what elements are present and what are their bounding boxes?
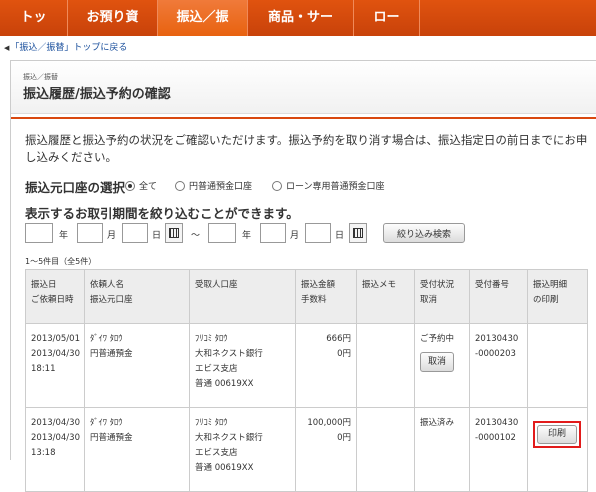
to-day-input[interactable] <box>305 223 331 243</box>
from-day-unit: 日 <box>152 231 162 241</box>
cell-receipt: 20130430 -0000102 <box>469 407 528 492</box>
breadcrumb: 振込／振替 <box>23 73 58 81</box>
cell-payee: ﾌﾘｺﾐ ﾀﾛｳ 大和ネクスト銀行 エビス支店 普通 00619XX <box>189 323 296 408</box>
to-day-unit: 日 <box>335 231 345 241</box>
cell-payee: ﾌﾘｺﾐ ﾀﾛｳ 大和ネクスト銀行 エビス支店 普通 00619XX <box>189 407 296 492</box>
col-header-receipt: 受付番号 <box>469 269 528 324</box>
table-header-row: 振込日 ご依頼日時 依頼人名 振込元口座 受取人口座 振込金額 手数料 振込メモ 受付… <box>25 269 588 324</box>
result-count: 1～5件目（全5件） <box>25 257 97 266</box>
cell-amount: 666円 0円 <box>295 323 357 408</box>
nav-assets[interactable]: お預り資産 <box>68 0 158 61</box>
radio-selected-icon <box>125 180 135 191</box>
col-header-status: 受付状況 取消 <box>414 269 470 324</box>
cell-print <box>527 323 588 408</box>
print-button-highlight: 印刷 <box>533 421 581 448</box>
cell-amount: 100,000円 0円 <box>295 407 357 492</box>
content-panel: 振込／振替 振込履歴/振込予約の確認 振込履歴と振込予約の状況をご確認いただけま… <box>10 60 596 492</box>
nav-loan[interactable]: ローン <box>354 0 420 61</box>
header-divider <box>11 117 596 119</box>
cell-memo <box>356 407 415 492</box>
to-month-unit: 月 <box>290 231 300 241</box>
back-arrow-icon: ◀ <box>4 44 10 52</box>
radio-all[interactable]: 全て <box>125 179 157 192</box>
table-row: 2013/05/01 2013/04/30 18:11 ﾀﾞｲﾜ ﾀﾛｳ 円普通預金 … <box>25 323 588 408</box>
nav-products[interactable]: 商品・サービス <box>248 0 354 61</box>
from-month-input[interactable] <box>77 223 103 243</box>
to-year-input[interactable] <box>208 223 236 243</box>
cell-requester: ﾀﾞｲﾜ ﾀﾛｳ 円普通預金 <box>84 323 190 408</box>
col-header-requester: 依頼人名 振込元口座 <box>84 269 190 324</box>
main-nav: トップ お預り資産 振込／振替 商品・サービス ローン <box>0 0 596 61</box>
radio-loan-savings[interactable]: ローン専用普通預金口座 <box>272 179 385 192</box>
radio-unselected-icon <box>175 180 185 191</box>
col-header-amount: 振込金額 手数料 <box>295 269 357 324</box>
nav-top[interactable]: トップ <box>0 0 68 61</box>
radio-loan-savings-label: ローン専用普通預金口座 <box>286 182 385 192</box>
calendar-from-icon[interactable] <box>165 223 183 243</box>
to-year-unit: 年 <box>242 231 252 241</box>
period-label: 表示するお取引期間を絞り込むことができます。 <box>25 206 299 221</box>
col-header-print: 振込明細 の印刷 <box>527 269 588 324</box>
table-row: 2013/04/30 2013/04/30 13:18 ﾀﾞｲﾜ ﾀﾛｳ 円普通預金 … <box>25 407 588 492</box>
cancel-button[interactable]: 取消 <box>420 352 454 372</box>
filter-search-button[interactable]: 絞り込み検索 <box>383 223 465 243</box>
account-select-label: 振込元口座の選択 <box>25 180 126 195</box>
col-header-payee: 受取人口座 <box>189 269 296 324</box>
range-tilde: ～ <box>191 231 201 241</box>
cell-memo <box>356 323 415 408</box>
nav-transfer[interactable]: 振込／振替 <box>158 0 248 61</box>
cell-status: 振込済み <box>414 407 470 492</box>
cell-status: ご予約中 取消 <box>414 323 470 408</box>
calendar-to-icon[interactable] <box>349 223 367 243</box>
page-description: 振込履歴と振込予約の状況をご確認いただけます。振込予約を取り消す場合は、振込指定… <box>25 133 588 164</box>
back-to-transfer-top-link[interactable]: ◀「振込／振替」トップに戻る <box>4 40 127 53</box>
page-title: 振込履歴/振込予約の確認 <box>23 87 171 102</box>
back-link-label: 「振込／振替」トップに戻る <box>10 43 128 53</box>
from-year-unit: 年 <box>59 231 69 241</box>
panel-header: 振込／振替 振込履歴/振込予約の確認 <box>11 61 596 114</box>
col-header-date: 振込日 ご依頼日時 <box>25 269 85 324</box>
cell-receipt: 20130430 -0000203 <box>469 323 528 408</box>
radio-unselected-icon <box>272 180 282 191</box>
cell-dates: 2013/05/01 2013/04/30 18:11 <box>25 323 85 408</box>
radio-yen-savings[interactable]: 円普通預金口座 <box>175 179 252 192</box>
radio-yen-savings-label: 円普通預金口座 <box>189 182 253 192</box>
to-month-input[interactable] <box>260 223 286 243</box>
from-year-input[interactable] <box>25 223 53 243</box>
print-button[interactable]: 印刷 <box>537 425 577 444</box>
from-day-input[interactable] <box>122 223 148 243</box>
cell-print: 印刷 <box>527 407 588 492</box>
from-month-unit: 月 <box>107 231 117 241</box>
col-header-memo: 振込メモ <box>356 269 415 324</box>
cell-dates: 2013/04/30 2013/04/30 13:18 <box>25 407 85 492</box>
cell-requester: ﾀﾞｲﾜ ﾀﾛｳ 円普通預金 <box>84 407 190 492</box>
radio-all-label: 全て <box>139 182 158 192</box>
